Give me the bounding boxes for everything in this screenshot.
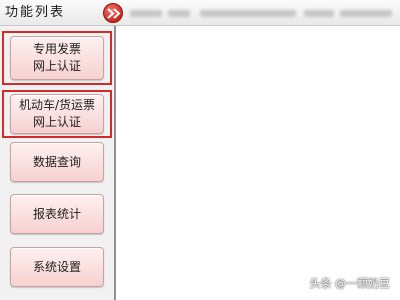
vehicle-freight-invoice-auth-button[interactable]: 机动车/货运票 网上认证: [10, 94, 104, 134]
title-bar: 功能列表: [0, 0, 400, 26]
watermark: 头条 @一颗奶豆: [309, 277, 391, 290]
blurred-header-info: [130, 10, 162, 17]
button-label: 网上认证: [32, 59, 81, 73]
special-invoice-auth-button[interactable]: 专用发票 网上认证: [10, 36, 104, 80]
report-statistics-button[interactable]: 报表统计: [10, 194, 104, 234]
button-label: 网上认证: [32, 115, 81, 129]
button-label: 数据查询: [32, 154, 81, 169]
expand-button[interactable]: [103, 3, 123, 23]
double-chevron-right-icon: [107, 8, 121, 19]
content-area: [118, 26, 400, 300]
panel-title: 功能列表: [5, 5, 66, 20]
button-label: 机动车/货运票: [18, 98, 96, 112]
button-label: 专用发票: [32, 42, 81, 56]
blurred-header-info: [200, 10, 296, 17]
blurred-header-info: [168, 10, 190, 17]
blurred-header-info: [304, 10, 334, 17]
system-settings-button[interactable]: 系统设置: [10, 247, 104, 287]
button-label: 报表统计: [32, 206, 81, 221]
button-label: 系统设置: [32, 259, 81, 274]
blurred-header-info: [340, 10, 392, 17]
data-query-button[interactable]: 数据查询: [10, 142, 104, 182]
function-sidebar: 专用发票 网上认证 机动车/货运票 网上认证 数据查询 报表统计 系统设置: [0, 26, 116, 300]
